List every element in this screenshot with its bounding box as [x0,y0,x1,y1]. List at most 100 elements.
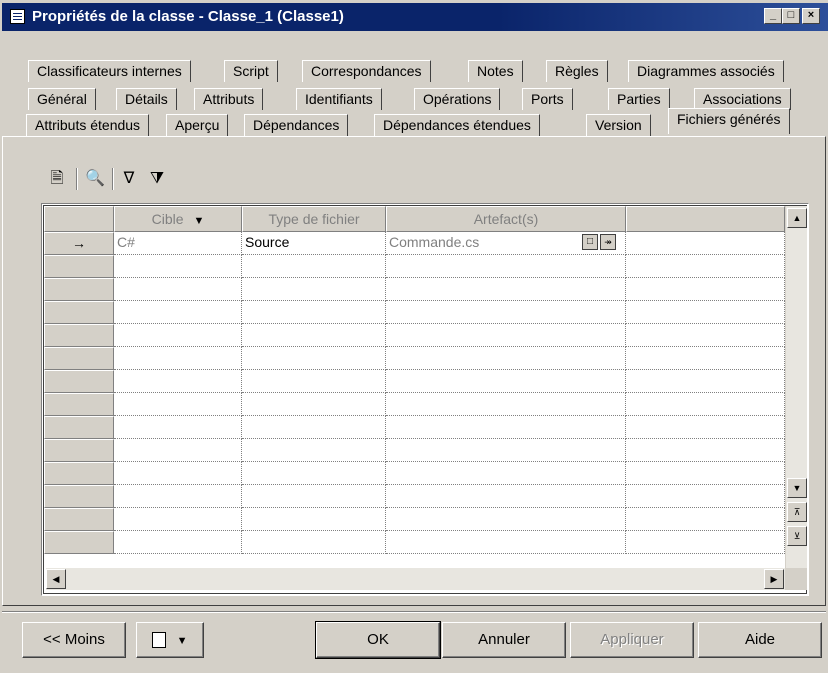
grid-cell[interactable] [242,485,386,508]
grid-cell[interactable] [242,324,386,347]
grid-cell[interactable] [626,301,785,324]
tab-associations[interactable]: Associations [694,88,791,110]
row-header[interactable] [44,531,114,554]
grid-cell[interactable] [386,278,626,301]
row-header[interactable] [44,347,114,370]
grid-cell[interactable] [114,370,242,393]
tab-dependances[interactable]: Dépendances [244,114,349,136]
filter-clear-icon[interactable]: ⧩ [146,168,168,190]
tab-ports[interactable]: Ports [522,88,573,110]
grid-cell[interactable] [386,370,626,393]
grid-cell[interactable] [242,508,386,531]
row-header-active[interactable]: → [44,232,114,255]
grid-cell[interactable] [626,324,785,347]
grid-cell[interactable] [386,255,626,278]
tab-notes[interactable]: Notes [468,60,523,82]
grid-cell[interactable] [242,255,386,278]
title-bar[interactable]: Propriétés de la classe - Classe_1 (Clas… [2,3,828,31]
apply-button[interactable]: Appliquer [570,622,694,658]
row-header[interactable] [44,370,114,393]
select-artifacts-icon[interactable]: ↠ [600,234,616,250]
tab-classificateurs-internes[interactable]: Classificateurs internes [28,60,191,82]
edit-artifact-icon[interactable]: □ [582,234,598,250]
grid-cell[interactable] [626,370,785,393]
grid-cell[interactable] [386,301,626,324]
scroll-bottom-button[interactable]: ⊻ [787,526,807,546]
maximize-button[interactable]: □ [782,8,800,24]
column-header-type[interactable]: Type de fichier [242,206,386,232]
binoculars-icon[interactable]: 🔍 [84,168,106,190]
row-header[interactable] [44,508,114,531]
grid-cell[interactable] [242,347,386,370]
cell-type[interactable]: Source [242,232,386,255]
grid-cell[interactable] [626,485,785,508]
filter-icon[interactable]: ∇ [118,168,140,190]
grid-cell[interactable] [626,462,785,485]
row-header[interactable] [44,278,114,301]
cancel-button[interactable]: Annuler [442,622,566,658]
tab-regles[interactable]: Règles [546,60,608,82]
scroll-right-button[interactable]: ▶ [764,569,784,589]
grid-cell[interactable] [242,416,386,439]
tab-general[interactable]: Général [28,88,96,110]
grid-cell[interactable] [242,462,386,485]
help-button[interactable]: Aide [698,622,822,658]
vertical-scrollbar[interactable]: ▲ ▼ ⊼ ⊻ [785,206,807,568]
grid-cell[interactable] [626,393,785,416]
close-button[interactable]: × [802,8,820,24]
grid-cell[interactable] [114,301,242,324]
grid-cell[interactable] [626,255,785,278]
scroll-left-button[interactable]: ◀ [46,569,66,589]
row-header[interactable] [44,462,114,485]
grid-cell[interactable] [242,370,386,393]
grid-cell[interactable] [626,439,785,462]
tab-details[interactable]: Détails [116,88,177,110]
tab-operations[interactable]: Opérations [414,88,501,110]
row-header[interactable] [44,439,114,462]
grid-cell[interactable] [114,439,242,462]
grid-cell[interactable] [386,439,626,462]
grid-cell[interactable] [626,416,785,439]
grid-cell[interactable] [242,393,386,416]
row-header[interactable] [44,393,114,416]
properties-icon[interactable]: 🗎 [46,168,68,190]
grid-cell[interactable] [626,531,785,554]
grid-cell[interactable] [242,301,386,324]
generated-files-grid[interactable]: Cible ▼ Type de fichier Artefact(s) → C#… [41,203,809,596]
grid-cell[interactable] [114,485,242,508]
grid-cell[interactable] [114,531,242,554]
grid-cell[interactable] [242,439,386,462]
scroll-down-button[interactable]: ▼ [787,478,807,498]
tab-script[interactable]: Script [224,60,278,82]
column-header-extra[interactable] [626,206,785,232]
row-header[interactable] [44,255,114,278]
scroll-up-button[interactable]: ▲ [787,208,807,228]
grid-cell[interactable] [114,347,242,370]
grid-cell[interactable] [386,324,626,347]
scroll-top-button[interactable]: ⊼ [787,502,807,522]
ok-button[interactable]: OK [315,621,441,659]
grid-cell[interactable] [386,462,626,485]
column-header-artefacts[interactable]: Artefact(s) [386,206,626,232]
grid-cell[interactable] [626,347,785,370]
grid-cell[interactable] [386,485,626,508]
tab-attributs[interactable]: Attributs [194,88,264,110]
tab-diagrammes-associes[interactable]: Diagrammes associés [628,60,784,82]
minimize-button[interactable]: _ [764,8,782,24]
column-header-cible[interactable]: Cible ▼ [114,206,242,232]
grid-cell[interactable] [114,278,242,301]
less-button[interactable]: << Moins [22,622,126,658]
grid-cell[interactable] [386,531,626,554]
tab-correspondances[interactable]: Correspondances [302,60,431,82]
grid-cell[interactable] [114,393,242,416]
tab-apercu[interactable]: Aperçu [166,114,229,136]
grid-cell[interactable] [114,416,242,439]
grid-cell[interactable] [242,531,386,554]
row-header[interactable] [44,301,114,324]
grid-cell[interactable] [114,324,242,347]
grid-cell[interactable] [626,278,785,301]
menu-dropdown-button[interactable]: ▼ [136,622,204,658]
grid-cell[interactable] [386,416,626,439]
grid-cell[interactable] [114,462,242,485]
tab-attributs-etendus[interactable]: Attributs étendus [26,114,150,136]
